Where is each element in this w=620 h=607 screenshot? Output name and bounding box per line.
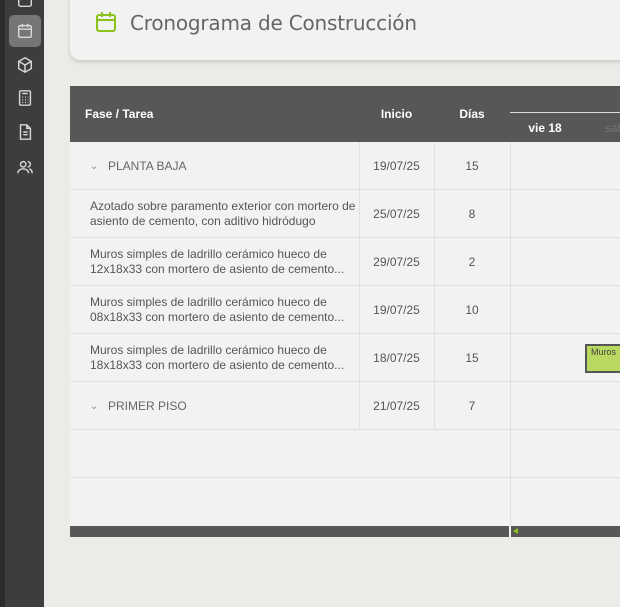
gantt-day-header: vie 18 — [510, 113, 581, 142]
document-icon — [19, 124, 32, 140]
duration-days: 10 — [434, 286, 511, 334]
start-date: 25/07/25 — [359, 190, 435, 238]
task-name: Muros simples de ladrillo cerámico hueco… — [70, 286, 360, 334]
sidebar-item-documents[interactable] — [9, 116, 41, 148]
schedule-table: Fase / Tarea Inicio Días vie 18 sáb ⌄PLA… — [70, 86, 620, 537]
duration-days: 8 — [434, 190, 511, 238]
gantt-cell — [510, 430, 620, 478]
sidebar-item-schedule[interactable] — [9, 15, 41, 47]
gantt-bar[interactable]: Muros — [585, 344, 620, 373]
calculator-icon — [18, 90, 32, 106]
square-icon — [17, 0, 33, 8]
duration-days: 15 — [434, 334, 511, 382]
chevron-down-icon[interactable]: ⌄ — [90, 159, 108, 174]
column-header-days[interactable]: Días — [434, 86, 511, 142]
task-row[interactable]: Muros simples de ladrillo cerámico hueco… — [70, 286, 620, 334]
scrollbar-divider — [509, 526, 511, 537]
start-date: 19/07/25 — [359, 142, 435, 190]
task-row[interactable]: Muros simples de ladrillo cerámico hueco… — [70, 334, 620, 382]
calendar-icon — [96, 12, 116, 32]
chevron-down-icon[interactable]: ⌄ — [90, 399, 108, 414]
gantt-cell — [510, 190, 620, 238]
column-header-start[interactable]: Inicio — [359, 86, 435, 142]
start-date: 19/07/25 — [359, 286, 435, 334]
duration-days: 15 — [434, 142, 511, 190]
gantt-day-header: sáb — [580, 113, 620, 142]
phase-name: PRIMER PISO — [108, 398, 187, 413]
gantt-cell — [510, 478, 620, 526]
column-header-task[interactable]: Fase / Tarea — [70, 86, 360, 142]
scroll-left-arrow-icon[interactable] — [513, 528, 518, 534]
page-header: Cronograma de Construcción — [70, 0, 620, 60]
sidebar-strip — [0, 0, 5, 607]
sidebar-item-materials[interactable] — [9, 49, 41, 81]
task-name-cell: ⌄ PRIMER PISO — [70, 382, 360, 430]
empty-row — [70, 430, 620, 478]
calendar-icon — [17, 23, 33, 39]
phase-row[interactable]: ⌄ PRIMER PISO 21/07/25 7 — [70, 382, 620, 430]
horizontal-scrollbar[interactable] — [70, 526, 620, 537]
duration-days: 7 — [434, 382, 511, 430]
empty-row — [70, 478, 620, 526]
task-name: Muros simples de ladrillo cerámico hueco… — [70, 334, 360, 382]
users-icon — [17, 160, 33, 174]
task-row[interactable]: Azotado sobre paramento exterior con mor… — [70, 190, 620, 238]
sidebar-item-dashboard[interactable] — [9, 0, 41, 16]
task-name-cell: ⌄ PLANTA BAJA — [70, 142, 360, 190]
phase-name: PLANTA BAJA — [108, 158, 187, 173]
duration-days: 2 — [434, 238, 511, 286]
gantt-month-header — [510, 86, 620, 113]
start-date: 21/07/25 — [359, 382, 435, 430]
sidebar-item-users[interactable] — [9, 151, 41, 183]
task-row[interactable]: Muros simples de ladrillo cerámico hueco… — [70, 238, 620, 286]
phase-row[interactable]: ⌄ PLANTA BAJA 19/07/25 15 — [70, 142, 620, 190]
gantt-cell — [510, 238, 620, 286]
start-date: 29/07/25 — [359, 238, 435, 286]
sidebar-item-budget[interactable] — [9, 82, 41, 114]
task-name: Muros simples de ladrillo cerámico hueco… — [70, 238, 360, 286]
gantt-cell — [510, 142, 620, 190]
sidebar — [0, 0, 44, 607]
start-date: 18/07/25 — [359, 334, 435, 382]
box-icon — [17, 56, 33, 74]
gantt-cell — [510, 382, 620, 430]
gantt-cell: Muros — [510, 334, 620, 382]
page-title: Cronograma de Construcción — [130, 11, 417, 35]
gantt-cell — [510, 286, 620, 334]
task-name: Azotado sobre paramento exterior con mor… — [70, 190, 360, 238]
